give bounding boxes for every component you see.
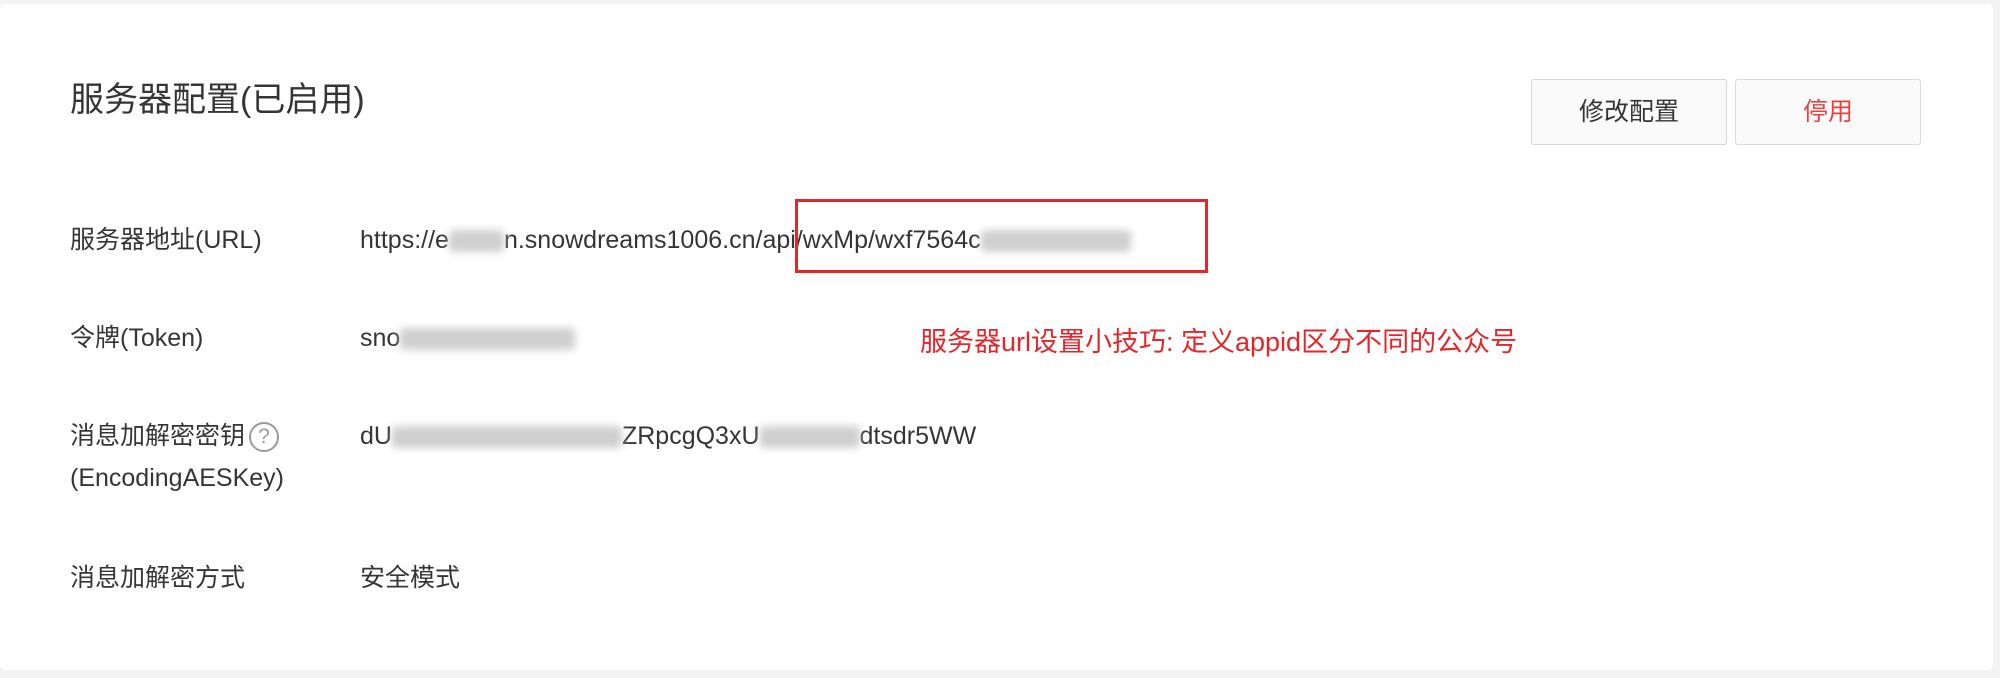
url-value-prefix: https://e: [360, 226, 449, 254]
token-value[interactable]: sno: [360, 318, 576, 358]
aes-key-value-suffix: dtsdr5WW: [859, 422, 977, 450]
url-label: 服务器地址(URL): [70, 226, 262, 254]
token-value-prefix: sno: [360, 324, 401, 352]
annotation-text: 服务器url设置小技巧: 定义appid区分不同的公众号: [920, 327, 1518, 357]
redacted-blur: [448, 230, 504, 253]
redacted-blur: [400, 328, 576, 351]
encryption-mode-label: 消息加解密方式: [70, 564, 246, 592]
highlight-box: [795, 199, 1208, 273]
aes-key-label: 消息加解密密钥?: [70, 416, 280, 456]
page-title: 服务器配置(已启用): [70, 81, 365, 119]
aes-key-label-text: 消息加解密密钥: [70, 422, 246, 450]
redacted-blur: [391, 426, 622, 449]
token-label: 令牌(Token): [70, 324, 204, 352]
redacted-blur: [759, 426, 860, 449]
url-value-mid: n.snowdreams1006.cn: [503, 226, 756, 254]
disable-button[interactable]: 停用: [1735, 79, 1921, 145]
encryption-mode-value: 安全模式: [360, 564, 461, 592]
aes-key-label-sub: (EncodingAESKey): [70, 464, 285, 492]
help-icon[interactable]: ?: [249, 422, 280, 453]
edit-config-button[interactable]: 修改配置: [1531, 79, 1727, 145]
aes-key-value[interactable]: dU ZRpcgQ3xU dtsdr5WW: [360, 416, 976, 456]
aes-key-value-prefix: dU: [360, 422, 392, 450]
aes-key-value-mid: ZRpcgQ3xU: [621, 422, 760, 450]
